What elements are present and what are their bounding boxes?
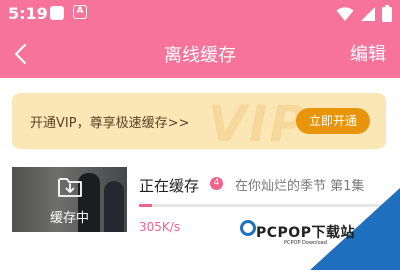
video-thumbnail[interactable]: 缓存中: [12, 167, 127, 232]
site-watermark: PCPOP下载站 PCPOP Download: [240, 188, 400, 270]
vip-banner[interactable]: VIP 开通VIP，尊享极速缓存>> 立即开通: [12, 93, 386, 149]
a-badge-icon: A: [73, 5, 87, 19]
watermark-brand: PCPOP下载站: [256, 225, 355, 241]
watermark-sub: PCPOP Download: [284, 240, 327, 246]
download-status: 正在缓存: [139, 177, 200, 195]
battery-icon: [382, 5, 392, 22]
edit-button[interactable]: 编辑: [350, 40, 386, 66]
open-vip-button[interactable]: 立即开通: [296, 108, 370, 134]
title-bar: 离线缓存 编辑: [0, 30, 400, 78]
status-bar: 5:19 A: [0, 0, 400, 30]
signal-icon: [361, 6, 375, 21]
download-progress-fill: [139, 204, 152, 207]
vip-promo-text[interactable]: 开通VIP，尊享极速缓存>>: [30, 112, 189, 131]
watermark-logo-icon: [240, 220, 256, 236]
thumbnail-caption: 缓存中: [49, 211, 89, 226]
app-square-icon: [50, 6, 64, 20]
wifi-icon: [336, 6, 354, 21]
page-title: 离线缓存: [164, 45, 236, 66]
download-folder-icon: [58, 178, 82, 197]
status-icons: [336, 5, 392, 22]
episode-count-badge: 4: [210, 177, 223, 190]
download-speed: 305K/s: [139, 220, 181, 234]
status-time: 5:19: [8, 4, 48, 23]
vip-watermark: VIP: [208, 95, 308, 149]
